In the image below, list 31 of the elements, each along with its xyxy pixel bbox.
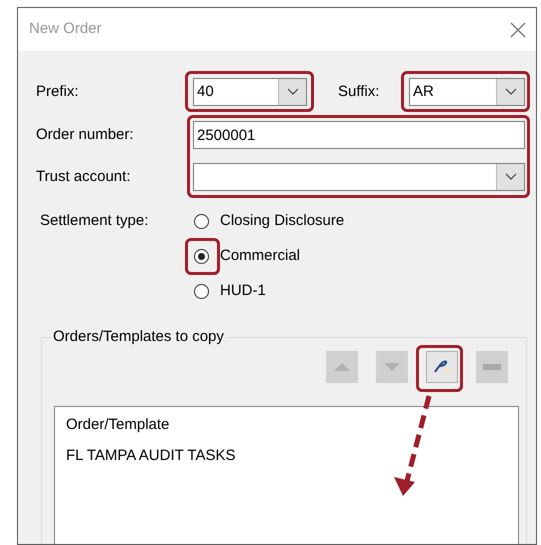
column-header: Order/Template — [66, 415, 170, 435]
close-icon[interactable] — [510, 22, 526, 38]
suffix-dropdown[interactable]: AR — [409, 78, 525, 106]
option-label: Closing Disclosure — [220, 210, 344, 231]
radio-button[interactable] — [194, 214, 209, 228]
field-label: Settlement type: — [40, 211, 150, 231]
group-title: Orders/Templates to copy — [51, 327, 226, 347]
field-label: Prefix: — [36, 82, 80, 102]
field-label: Order number: — [36, 124, 135, 145]
edit-button[interactable] — [426, 351, 458, 383]
list-box[interactable]: Order/Template FL TAMPA AUDIT TASKS — [54, 406, 519, 544]
option-label: Commercial — [220, 246, 300, 266]
field-value: AR — [412, 82, 435, 102]
radio-button[interactable] — [194, 284, 209, 298]
list-item[interactable]: FL TAMPA AUDIT TASKS — [66, 446, 518, 466]
down-arrow-icon — [383, 362, 401, 372]
minus-icon — [483, 364, 501, 370]
radio-button[interactable] — [194, 248, 209, 264]
order-number-field[interactable]: 2500001 — [193, 121, 525, 149]
field-label: Suffix: — [338, 82, 380, 102]
up-arrow-icon — [333, 362, 351, 372]
window-title: New Order — [29, 19, 102, 40]
chevron-icon — [504, 173, 516, 181]
chevron-icon — [286, 88, 298, 96]
field-value: 40 — [196, 82, 215, 102]
trust-account-dropdown[interactable] — [193, 163, 525, 191]
chevron-icon — [504, 88, 516, 96]
option-label: HUD-1 — [220, 280, 266, 301]
pen-icon — [433, 360, 451, 374]
prefix-dropdown[interactable]: 40 — [193, 78, 307, 106]
field-label: Trust account: — [36, 166, 132, 187]
